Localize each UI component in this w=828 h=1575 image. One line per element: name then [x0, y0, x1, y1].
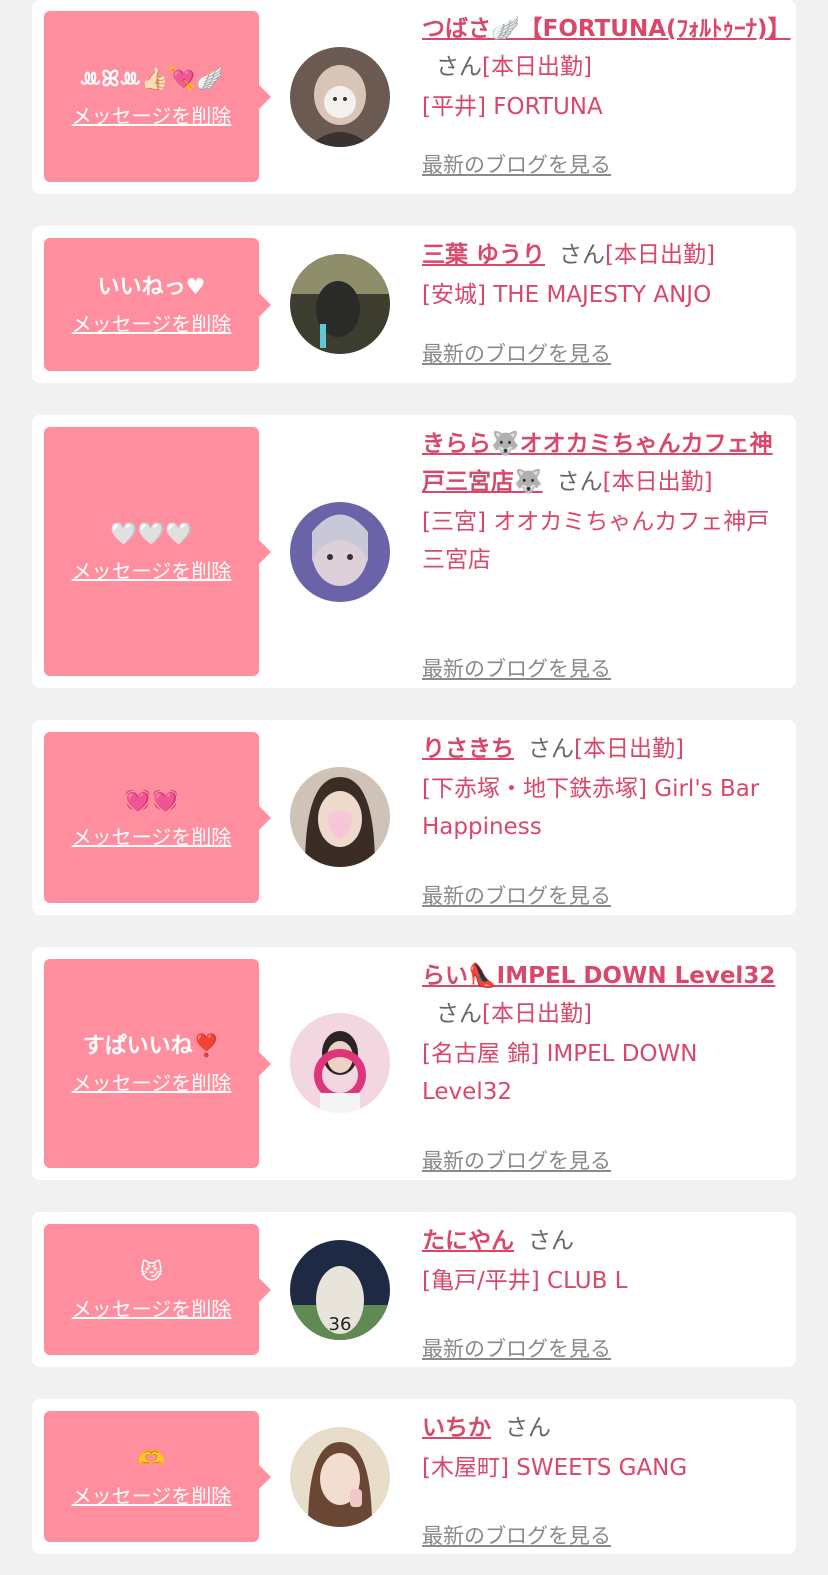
message-text: ꔛꕤꔛ👍🏻💘🪽: [79, 66, 224, 92]
cast-name-line: 三葉 ゆうり さん[本日出勤]: [422, 236, 782, 274]
cast-name-link[interactable]: たにやん: [422, 1228, 514, 1254]
attendance-status: [本日出勤]: [605, 242, 715, 268]
shop-info: [平井] FORTUNA: [422, 94, 603, 120]
cast-info: きらら🐺オオカミちゃんカフェ神戸三宮店🐺 さん[本日出勤] [三宮] オオカミちゃ…: [422, 425, 782, 681]
message-card: 🤍🤍🤍 メッセージを削除 きらら🐺オオカミちゃんカフェ神戸三宮店🐺 さん[本日出勤…: [32, 415, 796, 688]
latest-blog-link[interactable]: 最新のブログを見る: [422, 1520, 611, 1550]
avatar[interactable]: [290, 47, 390, 147]
delete-message-link[interactable]: メッセージを削除: [72, 1296, 232, 1322]
message-card: すぱいいね❣️ メッセージを削除 らい👠IMPEL DOWN Level32 さん…: [32, 947, 796, 1180]
message-card: 💓💓 メッセージを削除 りさきち さん[本日出勤] [下赤塚・地下鉄赤塚] Gir…: [32, 720, 796, 915]
attendance-status: [本日出勤]: [602, 469, 713, 495]
honorific: さん: [559, 242, 606, 268]
cast-name-line: りさきち さん[本日出勤]: [422, 730, 782, 768]
attendance-status: [本日出勤]: [482, 1001, 592, 1027]
delete-message-link[interactable]: メッセージを削除: [72, 1070, 232, 1096]
shop-info: [名古屋 錦] IMPEL DOWN Level32: [422, 1041, 698, 1105]
message-card: 😼 メッセージを削除 36 たにやん さん [亀戸/平井] CLUB L 最新のブ…: [32, 1212, 796, 1367]
avatar[interactable]: [290, 767, 390, 867]
message-bubble: すぱいいね❣️ メッセージを削除: [44, 959, 271, 1168]
delete-message-link[interactable]: メッセージを削除: [72, 311, 232, 337]
message-text: 😼: [140, 1259, 163, 1285]
latest-blog-link[interactable]: 最新のブログを見る: [422, 338, 611, 368]
message-bubble: 💓💓 メッセージを削除: [44, 732, 271, 903]
latest-blog-link[interactable]: 最新のブログを見る: [422, 1145, 611, 1175]
cast-name-link[interactable]: らい👠IMPEL DOWN Level32: [422, 963, 775, 989]
cast-name-link[interactable]: つばさ🪽【FORTUNA(ﾌｫﾙﾄｩｰﾅ)】: [422, 16, 791, 42]
cast-info: つばさ🪽【FORTUNA(ﾌｫﾙﾄｩｰﾅ)】さん[本日出勤] [平井] FORT…: [422, 10, 791, 177]
latest-blog-link[interactable]: 最新のブログを見る: [422, 880, 611, 910]
cast-name-line: きらら🐺オオカミちゃんカフェ神戸三宮店🐺 さん[本日出勤]: [422, 425, 782, 501]
cast-info: りさきち さん[本日出勤] [下赤塚・地下鉄赤塚] Girl's Bar Happ…: [422, 730, 782, 908]
message-text: 💓💓: [124, 787, 179, 813]
message-text: すぱいいね❣️: [82, 1033, 221, 1059]
cast-name-line: たにやん さん: [422, 1222, 782, 1260]
message-card: 🫶 メッセージを削除 いちか さん [木屋町] SWEETS GANG 最新のブロ…: [32, 1399, 796, 1554]
message-list: ꔛꕤꔛ👍🏻💘🪽 メッセージを削除 つばさ🪽【FORTUNA(ﾌｫﾙﾄｩｰﾅ)】さ…: [0, 0, 828, 1575]
shop-info: [三宮] オオカミちゃんカフェ神戸三宮店: [422, 509, 770, 573]
cast-name-line: いちか さん: [422, 1409, 782, 1447]
message-bubble: ꔛꕤꔛ👍🏻💘🪽 メッセージを削除: [44, 11, 271, 182]
delete-message-link[interactable]: メッセージを削除: [72, 103, 232, 129]
cast-name-line: つばさ🪽【FORTUNA(ﾌｫﾙﾄｩｰﾅ)】さん[本日出勤]: [422, 10, 791, 86]
latest-blog-link[interactable]: 最新のブログを見る: [422, 149, 611, 179]
message-bubble: 🫶 メッセージを削除: [44, 1411, 271, 1542]
cast-name-link[interactable]: 三葉 ゆうり: [422, 242, 545, 268]
avatar[interactable]: [290, 254, 390, 354]
delete-message-link[interactable]: メッセージを削除: [72, 824, 232, 850]
message-card: ꔛꕤꔛ👍🏻💘🪽 メッセージを削除 つばさ🪽【FORTUNA(ﾌｫﾙﾄｩｰﾅ)】さ…: [32, 0, 796, 194]
honorific: さん: [528, 1228, 574, 1254]
latest-blog-link[interactable]: 最新のブログを見る: [422, 653, 611, 683]
avatar[interactable]: [290, 502, 390, 602]
delete-message-link[interactable]: メッセージを削除: [72, 1483, 232, 1509]
cast-info: 三葉 ゆうり さん[本日出勤] [安城] THE MAJESTY ANJO 最新の…: [422, 236, 782, 366]
latest-blog-link[interactable]: 最新のブログを見る: [422, 1333, 611, 1363]
shop-info: [木屋町] SWEETS GANG: [422, 1455, 688, 1481]
attendance-status: [本日出勤]: [574, 736, 684, 762]
message-bubble: 🤍🤍🤍 メッセージを削除: [44, 427, 271, 676]
message-bubble: いいねっ♥ メッセージを削除: [44, 238, 271, 371]
shop-info: [亀戸/平井] CLUB L: [422, 1268, 628, 1294]
honorific: さん: [505, 1415, 551, 1441]
cast-name-line: らい👠IMPEL DOWN Level32 さん[本日出勤]: [422, 957, 782, 1033]
attendance-status: [本日出勤]: [482, 54, 592, 80]
cast-info: らい👠IMPEL DOWN Level32 さん[本日出勤] [名古屋 錦] IM…: [422, 957, 782, 1173]
shop-info: [安城] THE MAJESTY ANJO: [422, 282, 712, 308]
cast-info: たにやん さん [亀戸/平井] CLUB L 最新のブログを見る: [422, 1222, 782, 1361]
message-card: いいねっ♥ メッセージを削除 三葉 ゆうり さん[本日出勤] [安城] THE M…: [32, 226, 796, 383]
svg-text:36: 36: [329, 1314, 352, 1335]
shop-info: [下赤塚・地下鉄赤塚] Girl's Bar Happiness: [422, 776, 760, 840]
cast-name-link[interactable]: りさきち: [422, 736, 514, 762]
message-bubble: 😼 メッセージを削除: [44, 1224, 271, 1355]
avatar[interactable]: 36: [290, 1240, 390, 1340]
honorific: さん: [436, 1001, 482, 1027]
delete-message-link[interactable]: メッセージを削除: [72, 558, 232, 584]
honorific: さん: [528, 736, 574, 762]
honorific: さん: [556, 469, 603, 495]
message-text: 🤍🤍🤍: [110, 521, 193, 547]
cast-name-link[interactable]: いちか: [422, 1415, 491, 1441]
honorific: さん: [436, 54, 482, 80]
message-text: 🫶: [137, 1446, 166, 1472]
cast-info: いちか さん [木屋町] SWEETS GANG 最新のブログを見る: [422, 1409, 782, 1548]
message-text: いいねっ♥: [97, 274, 206, 300]
avatar[interactable]: [290, 1013, 390, 1113]
avatar[interactable]: [290, 1427, 390, 1527]
